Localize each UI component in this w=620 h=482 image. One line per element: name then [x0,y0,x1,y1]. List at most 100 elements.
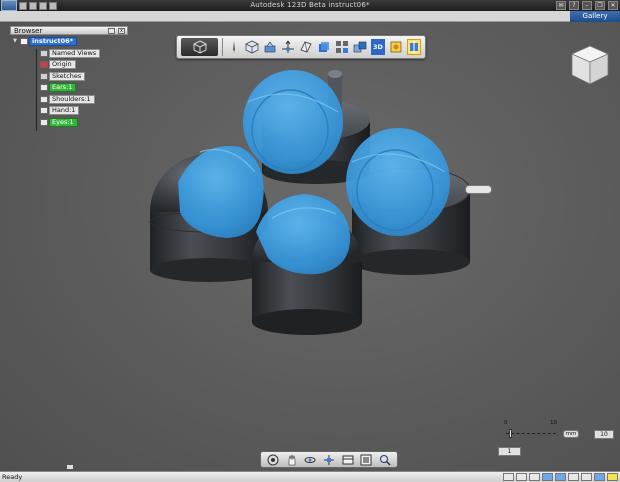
snap-toggle-icon[interactable] [516,473,527,481]
grid-icon [335,41,348,53]
assembly-icon [20,38,28,45]
measure-button[interactable] [353,39,367,55]
visibility-icon[interactable] [40,107,48,114]
tree-node-eyes[interactable]: Eyes:1 [10,117,128,127]
grid-toggle-icon[interactable] [503,473,514,481]
blue-part-top[interactable] [243,70,343,174]
tree-node-label: Named Views [49,48,101,58]
help-icon[interactable]: ? [569,1,579,10]
close-icon[interactable]: x [118,28,125,34]
pencil-icon [233,41,236,53]
tree-node-label: Origin [49,60,76,69]
grouping-button[interactable] [317,39,331,55]
navigation-bar [260,451,398,468]
construct-button[interactable] [263,39,277,55]
scale-slider-handle[interactable] [509,429,512,438]
material-icon [390,41,402,53]
tree-node-hand[interactable]: Hand:1 [10,106,128,115]
box-icon [245,40,259,54]
folder-icon [40,72,48,80]
solid-box-icon [318,42,329,52]
tree-node-label: Eyes:1 [49,117,78,127]
snap-button[interactable] [406,39,421,55]
snap-value-field[interactable]: 1 [498,447,521,456]
restore-button[interactable]: ❐ [595,1,605,10]
visibility-icon[interactable] [40,95,48,103]
toolbar-separator [222,38,224,56]
window-title: Autodesk 123D Beta instruct06* [250,1,370,9]
look-at-button[interactable] [321,453,337,466]
title-bar-controls: ✉ ? – ❐ ✕ [556,0,618,11]
modify-button[interactable] [281,39,295,55]
origin-icon [40,61,48,68]
scale-min-label: 0 [504,420,508,426]
pin-icon[interactable] [108,28,115,34]
ortho-toggle-icon[interactable] [529,473,540,481]
status-bar: Ready [0,471,620,482]
tree-node-origin[interactable]: Origin [10,60,128,69]
perspective-icon[interactable] [581,473,592,481]
look-at-icon [324,454,335,465]
sketch-tool-button[interactable] [227,39,241,55]
tree-node-label: instruct06* [29,37,78,46]
pan-button[interactable] [284,453,300,466]
zoom-button[interactable] [377,453,393,466]
grid-scale-control: 0 10 mm 10 1 [498,420,618,460]
steering-wheel-icon [267,454,279,465]
panel-resize-handle[interactable] [67,465,73,469]
status-icons [503,473,618,481]
visibility-icon[interactable] [40,84,48,91]
logo-cube-icon [193,40,207,54]
minimize-button[interactable]: – [582,1,592,10]
browser-tree: ▼ instruct06* Named Views Origin Sketche… [10,35,128,131]
browser-header: Browser x [10,26,128,35]
unit-selector[interactable]: mm [563,430,579,438]
zoom-window-button[interactable] [340,453,356,466]
viewcube[interactable] [570,44,610,86]
folder-icon [40,49,48,57]
tree-node-sketches[interactable]: Sketches [10,71,128,81]
3d-print-button[interactable]: 3D [370,39,385,55]
visibility-icon[interactable] [40,118,48,126]
tree-node-named-views[interactable]: Named Views [10,48,128,58]
combine-button[interactable] [335,39,349,55]
orbit-button[interactable] [302,453,318,466]
pattern-button[interactable] [299,39,313,55]
3d-viewport[interactable]: Browser x ▼ instruct06* Named Views Orig… [0,22,620,471]
tree-node-label: Hand:1 [49,106,80,115]
edges-view-icon[interactable] [555,473,566,481]
notification-icon[interactable] [607,473,618,481]
selection-marker[interactable] [465,185,492,194]
hand-icon [288,454,295,465]
scale-track [506,433,556,434]
tree-node-label: Shoulders:1 [49,94,95,104]
primitives-button[interactable] [245,39,259,55]
communication-icon[interactable]: ✉ [556,1,566,10]
tree-node-label: Ears:1 [49,83,77,92]
magnifier-icon [380,454,391,466]
shaded-view-icon[interactable] [542,473,553,481]
status-text: Ready [2,473,23,481]
blue-part-right[interactable] [346,128,450,236]
extrude-icon [264,41,276,53]
collapse-icon[interactable]: ▼ [12,38,18,45]
tree-node-ears[interactable]: Ears:1 [10,83,128,92]
grid-size-field[interactable]: 10 [594,430,614,439]
main-toolbar: 3D [176,35,426,59]
cubes-icon [353,41,367,53]
move-icon [281,40,294,53]
app-logo[interactable] [181,38,219,56]
display-mode-button[interactable] [359,453,375,466]
tree-node-label: Sketches [49,71,86,81]
visual-style-icon[interactable] [568,473,579,481]
gallery-tab[interactable]: Gallery [570,11,620,22]
browser-panel: Browser x ▼ instruct06* Named Views Orig… [10,26,128,131]
scale-max-label: 10 [550,420,557,426]
layout-icon[interactable] [594,473,605,481]
tree-node-root[interactable]: ▼ instruct06* [10,37,128,46]
tree-node-shoulders[interactable]: Shoulders:1 [10,94,128,104]
steering-wheel-button[interactable] [265,453,281,466]
material-button[interactable] [389,39,403,55]
close-window-button[interactable]: ✕ [608,1,618,10]
gallery-bar: Gallery [0,11,620,22]
